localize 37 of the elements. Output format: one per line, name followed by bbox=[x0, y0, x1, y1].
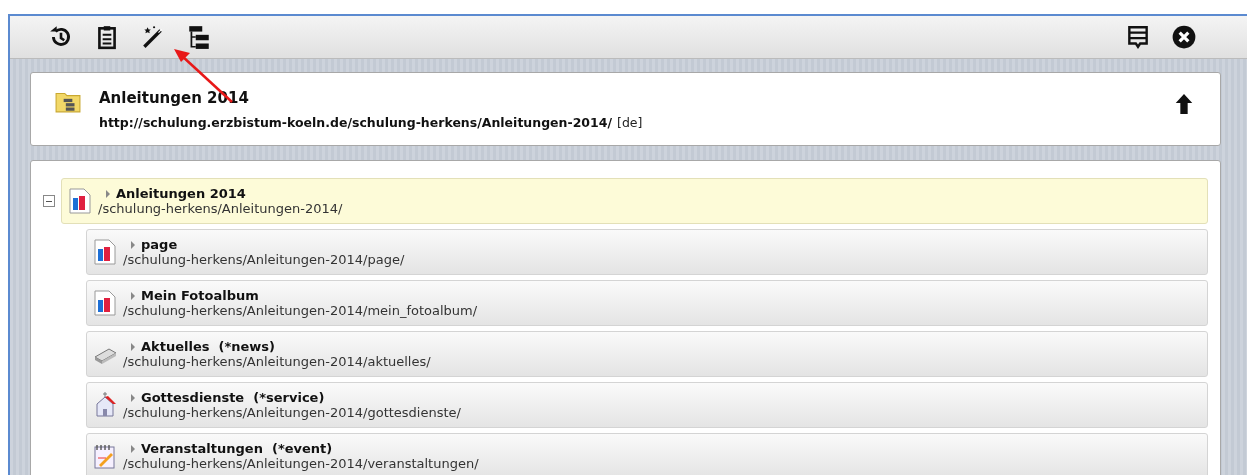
church-icon bbox=[93, 392, 117, 418]
collapse-toggle[interactable] bbox=[43, 195, 55, 207]
page-icon bbox=[93, 290, 117, 316]
item-path: /schulung-herkens/Anleitungen-2014/mein_fotoalbum/ bbox=[123, 303, 478, 318]
expand-arrow-icon[interactable] bbox=[131, 291, 135, 300]
item-title: Veranstaltungen (*event) bbox=[141, 441, 333, 456]
expand-arrow-icon[interactable] bbox=[131, 342, 135, 351]
comment-list-icon[interactable] bbox=[1125, 24, 1151, 50]
expand-arrow-icon[interactable] bbox=[131, 240, 135, 249]
page-icon bbox=[93, 239, 117, 265]
expand-arrow-icon[interactable] bbox=[106, 189, 110, 198]
tree-item[interactable]: Aktuelles (*news) /schulung-herkens/Anleitungen-2014/aktuelles/ bbox=[86, 331, 1208, 377]
tree-item[interactable]: Mein Fotoalbum /schulung-herkens/Anleitungen-2014/mein_fotoalbum/ bbox=[86, 280, 1208, 326]
notepad-icon bbox=[93, 443, 117, 469]
item-path: /schulung-herkens/Anleitungen-2014/veranstaltungen/ bbox=[123, 456, 479, 471]
item-path: /schulung-herkens/Anleitungen-2014/gottesdienste/ bbox=[123, 405, 461, 420]
page-url: http://schulung.erzbistum-koeln.de/schulung-herkens/Anleitungen-2014/ bbox=[99, 115, 613, 130]
page-title: Anleitungen 2014 bbox=[99, 89, 250, 107]
up-arrow-icon[interactable] bbox=[1174, 93, 1194, 115]
tree-item[interactable]: page /schulung-herkens/Anleitungen-2014/page/ bbox=[86, 229, 1208, 275]
item-title: Mein Fotoalbum bbox=[141, 288, 259, 303]
expand-arrow-icon[interactable] bbox=[131, 444, 135, 453]
tree-item[interactable]: Anleitungen 2014 /schulung-herkens/Anleitungen-2014/ bbox=[61, 178, 1208, 224]
item-title: Gottesdienste (*service) bbox=[141, 390, 325, 405]
item-title: Anleitungen 2014 bbox=[116, 186, 246, 201]
item-title: page bbox=[141, 237, 178, 252]
expand-arrow-icon[interactable] bbox=[131, 393, 135, 402]
tree-structure-icon[interactable] bbox=[186, 24, 212, 50]
tree-item[interactable]: Veranstaltungen (*event) /schulung-herkens/Anleitungen-2014/veranstaltungen/ bbox=[86, 433, 1208, 475]
item-path: /schulung-herkens/Anleitungen-2014/aktuelles/ bbox=[123, 354, 431, 369]
page-icon bbox=[68, 188, 92, 214]
item-path: /schulung-herkens/Anleitungen-2014/page/ bbox=[123, 252, 405, 267]
item-title: Aktuelles (*news) bbox=[141, 339, 275, 354]
item-path: /schulung-herkens/Anleitungen-2014/ bbox=[98, 201, 343, 216]
tree-item[interactable]: Gottesdienste (*service) /schulung-herkens/Anleitungen-2014/gottesdienste/ bbox=[86, 382, 1208, 428]
close-icon[interactable] bbox=[1171, 24, 1197, 50]
language-tag: [de] bbox=[617, 115, 643, 130]
